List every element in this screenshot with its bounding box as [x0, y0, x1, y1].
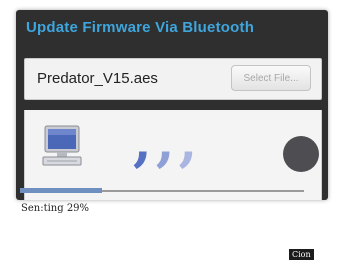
dialog-title: Update Firmware Via Bluetooth	[26, 19, 255, 36]
firmware-dialog: Update Firmware Via Bluetooth Predator_V…	[16, 10, 328, 200]
select-file-button[interactable]: Select File...	[231, 65, 311, 91]
computer-icon	[42, 125, 82, 166]
status-text: Sen:ting 29%	[21, 203, 90, 214]
selected-file-name: Predator_V15.aes	[37, 70, 158, 87]
progress-bar	[20, 188, 304, 193]
bluetooth-signal-icon: ,,,	[133, 109, 202, 173]
progress-bar-fill	[20, 188, 103, 193]
transfer-panel: ,,,	[24, 110, 322, 200]
corner-badge: Cion	[289, 249, 314, 260]
file-selector-row: Predator_V15.aes Select File...	[24, 58, 322, 100]
device-icon	[283, 136, 319, 172]
